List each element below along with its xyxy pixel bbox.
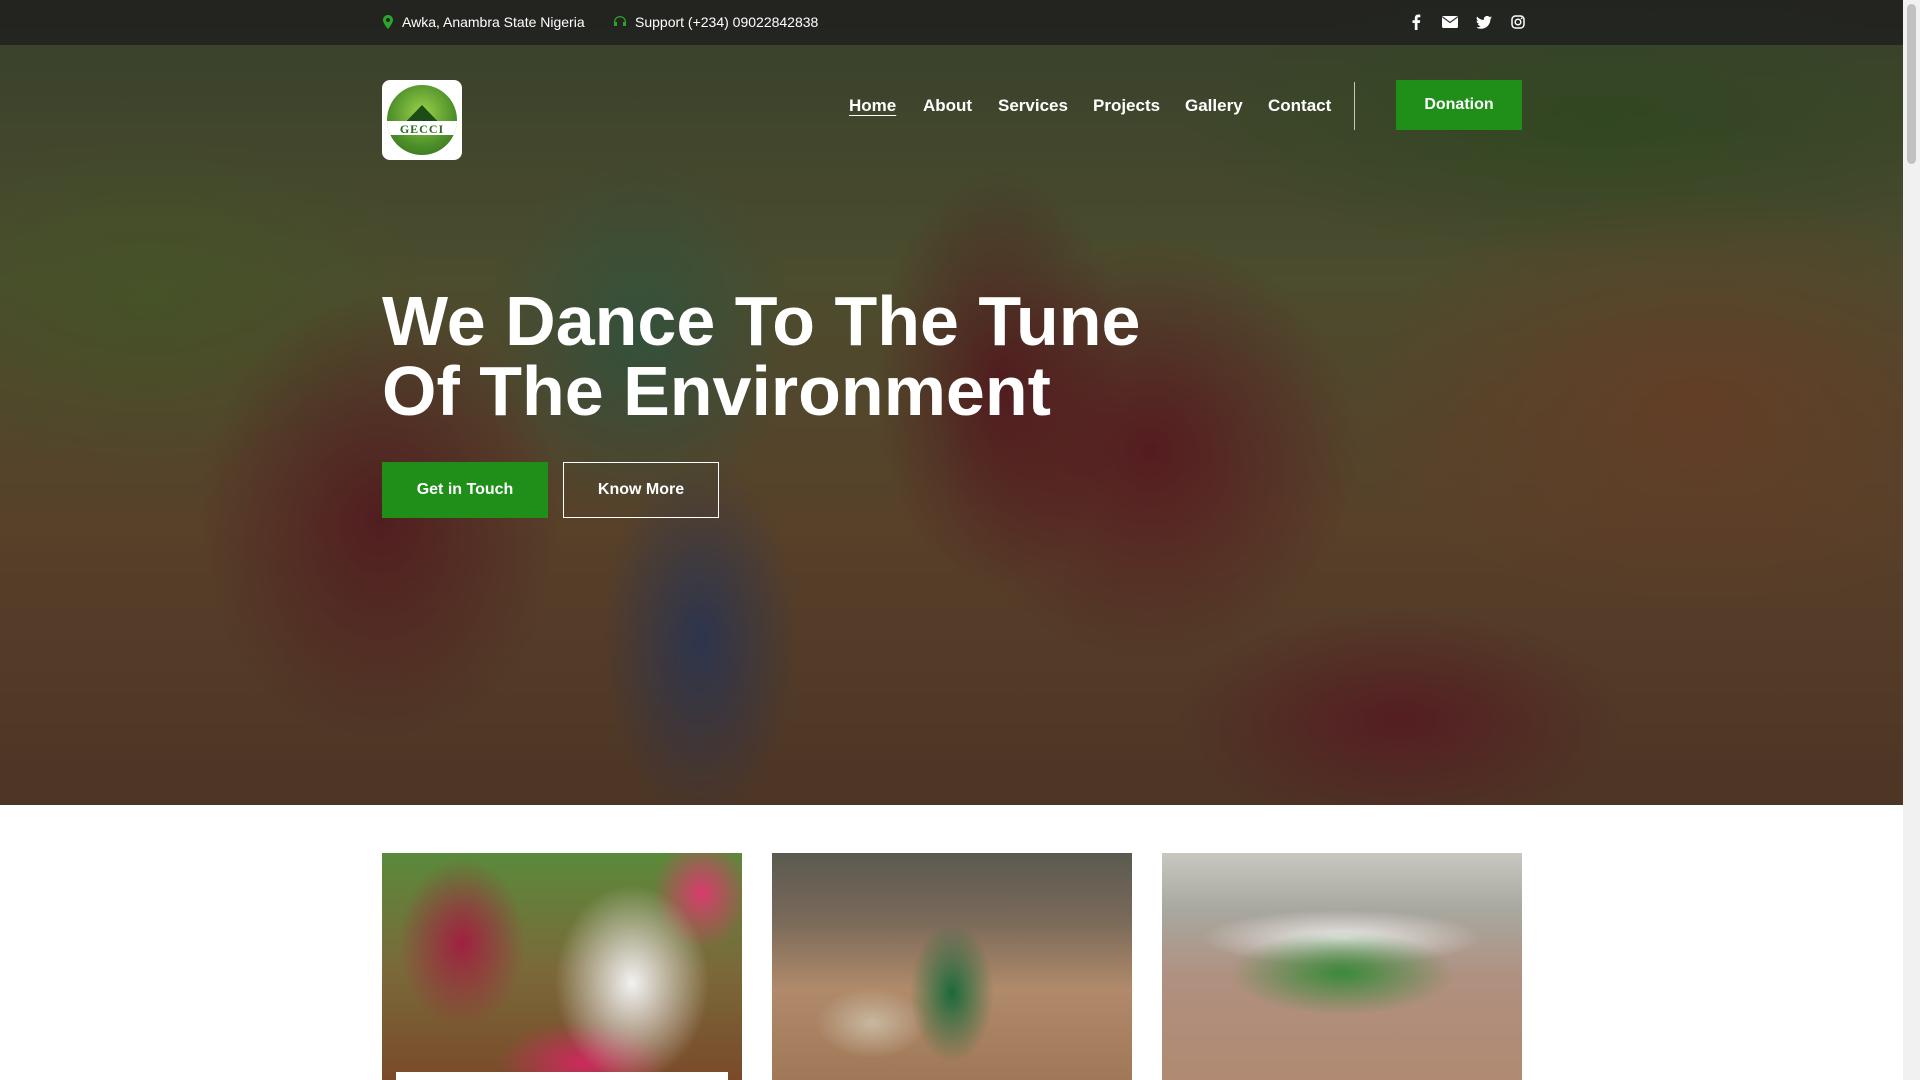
donation-button[interactable]: Donation <box>1396 80 1522 130</box>
instagram-icon[interactable] <box>1509 13 1527 31</box>
location-text: Awka, Anambra State Nigeria <box>402 14 585 30</box>
nav-item-home[interactable]: Home <box>849 96 896 116</box>
headset-icon <box>613 15 627 29</box>
site-logo[interactable]: GECCI <box>382 80 462 160</box>
support-text: Support (+234) 09022842838 <box>635 14 819 30</box>
hero-headline-line-1: We Dance To The Tune <box>382 282 1141 360</box>
hero-headline-line-2: Of The Environment <box>382 352 1051 430</box>
logo-text: GECCI <box>399 122 445 136</box>
project-card-image-2[interactable] <box>772 853 1132 1080</box>
nav-item-projects[interactable]: Projects <box>1093 96 1160 116</box>
top-info-bar: Awka, Anambra State Nigeria Support (+23… <box>0 0 1903 45</box>
nav-divider <box>1354 82 1355 130</box>
scrollbar-thumb[interactable] <box>1907 4 1916 164</box>
know-more-button[interactable]: Know More <box>563 462 719 518</box>
page-scrollbar[interactable] <box>1903 0 1920 1080</box>
email-icon[interactable] <box>1441 13 1459 31</box>
support-info: Support (+234) 09022842838 <box>613 14 818 30</box>
project-card-image-1[interactable] <box>382 853 742 1080</box>
main-navigation: Home About Services Projects Gallery Con… <box>0 96 1903 120</box>
nav-item-services[interactable]: Services <box>998 96 1068 116</box>
map-marker-icon <box>382 15 394 29</box>
project-card-image-3[interactable] <box>1162 853 1522 1080</box>
social-links <box>1407 13 1527 31</box>
facebook-icon[interactable] <box>1407 13 1425 31</box>
nav-item-about[interactable]: About <box>923 96 972 116</box>
hero-section: Awka, Anambra State Nigeria Support (+23… <box>0 0 1903 805</box>
hero-headline: We Dance To The Tune Of The Environment <box>382 286 1182 426</box>
nav-item-gallery[interactable]: Gallery <box>1185 96 1243 116</box>
location-info: Awka, Anambra State Nigeria <box>382 14 585 30</box>
card-caption-strip <box>396 1072 728 1080</box>
nav-item-contact[interactable]: Contact <box>1268 96 1331 116</box>
twitter-icon[interactable] <box>1475 13 1493 31</box>
get-in-touch-button[interactable]: Get in Touch <box>382 462 548 518</box>
